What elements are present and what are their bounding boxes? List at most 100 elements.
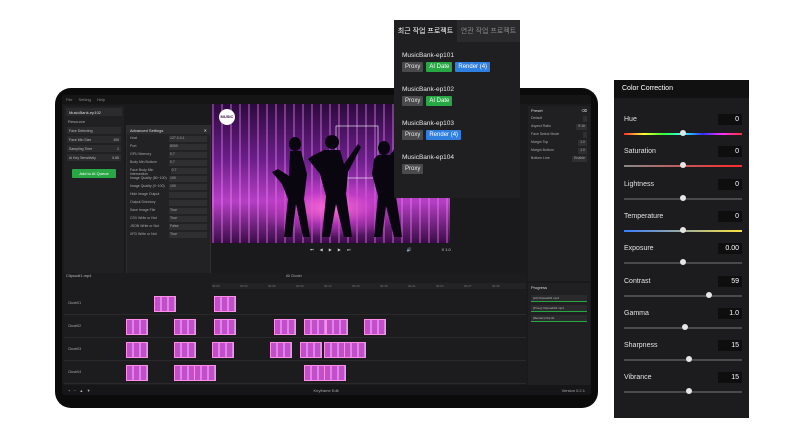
render-badge[interactable]: Render (4) [426,130,462,140]
ai-badge[interactable]: AI Date [426,62,453,72]
proxy-badge[interactable]: Proxy [402,96,424,106]
keyframe-edit-tab[interactable]: Keyframe Edit [314,388,339,393]
cc-value-field[interactable]: 0.00 [718,243,742,255]
timeline-clip[interactable] [274,319,296,335]
timeline-ruler[interactable]: 00:00 00:03 00:06 00:09 00:12 00:15 00:18 00:21… [212,283,526,289]
cc-value-field[interactable]: 0 [718,210,742,222]
timeline-clip[interactable] [344,342,366,358]
sidebar-setting-row[interactable]: Ai Key Sensitivity 0.65 [67,154,121,161]
close-icon[interactable]: ✕ [204,128,207,133]
skip-back-icon[interactable]: ⏮ [310,247,314,252]
advanced-setting-field[interactable]: 8000 [169,144,207,150]
recent-project-name[interactable]: MusicBank-ep104 [402,154,454,161]
proxy-badge[interactable]: Proxy [402,164,424,174]
add-to-ai-queue-button[interactable]: Add to AI Queue [72,169,116,178]
timeline-track[interactable]: Clustr02 [64,316,526,338]
timeline-clip[interactable] [304,319,326,335]
cc-value-field[interactable]: 0 [718,114,742,125]
timeline-clip[interactable] [300,342,322,358]
sidebar-setting-row[interactable]: Face Detecting [67,127,121,134]
menu-setting[interactable]: Setting [78,97,90,102]
cc-slider-knob[interactable] [680,259,686,266]
cc-slider-knob[interactable] [705,291,712,298]
timeline-clip[interactable] [324,342,346,358]
timeline-track[interactable]: Clustr01 [64,293,526,315]
advanced-setting-field[interactable]: 127.0.0.1 [169,136,207,142]
play-icon[interactable]: ▶ [329,247,332,252]
timeline-clip[interactable] [174,342,196,358]
sidebar-setting-row[interactable]: Face Min Size 100 [67,136,121,143]
sidebar-setting-value[interactable]: 100 [113,138,119,142]
advanced-setting-field[interactable]: 100 [169,184,207,190]
cc-value-field[interactable]: 0 [718,146,742,158]
cc-slider-track[interactable] [624,294,742,297]
recent-project-name[interactable]: MusicBank-ep101 [402,52,454,59]
timeline-clip[interactable] [126,319,148,335]
advanced-setting-field[interactable]: 0.7 [169,152,207,158]
sidebar-setting-row[interactable]: Sampling Time 1 [67,145,121,152]
cc-slider-knob[interactable] [680,130,686,136]
timeline-tools[interactable]: + − ▲ ▼ [68,388,91,393]
recent-project-name[interactable]: MusicBank-ep102 [402,86,454,93]
cc-slider-knob[interactable] [680,162,686,169]
prev-frame-icon[interactable]: ◀ [320,247,323,252]
volume-icon[interactable]: 🔊 [406,247,411,252]
tab-related-projects[interactable]: 연관 작업 프로젝트 [457,20,520,42]
trash-icon[interactable]: ⌫ [581,108,587,113]
preset-field[interactable] [583,132,587,138]
advanced-setting-field[interactable]: True [169,232,207,238]
timeline-clip[interactable] [126,342,148,358]
cc-slider-track[interactable] [624,391,742,394]
recent-project-name[interactable]: MusicBank-ep103 [402,120,454,127]
sidebar-setting-value[interactable]: 1 [117,147,119,151]
advanced-setting-field[interactable]: True [169,216,207,222]
preset-field[interactable]: 1.0 [578,148,587,154]
timeline-clip[interactable] [214,319,236,335]
proxy-badge[interactable]: Proxy [402,130,424,140]
menu-help[interactable]: Help [97,97,105,102]
cc-slider-track[interactable] [624,359,742,362]
menu-file[interactable]: File [66,97,72,102]
advanced-setting-field[interactable] [169,192,207,198]
cc-value-field[interactable]: 1.0 [718,307,742,319]
timeline-clip[interactable] [126,365,148,381]
timeline-clip[interactable] [194,365,216,381]
timeline-clip[interactable] [304,365,326,381]
advanced-setting-field[interactable]: 100 [169,176,207,182]
timeline-clip[interactable] [174,319,196,335]
preset-field[interactable]: 1.0 [578,140,587,146]
advanced-setting-field[interactable]: True [169,208,207,214]
cc-value-field[interactable]: 15 [718,340,742,352]
timeline-tab[interactable]: Clipsodi1.mp4 [66,273,91,278]
timeline-clip[interactable] [212,342,234,358]
proxy-badge[interactable]: Proxy [402,62,424,72]
timeline-track[interactable]: Clustr03 [64,339,526,361]
cc-slider-knob[interactable] [680,226,686,233]
cc-slider-knob[interactable] [685,388,692,395]
timeline-clip[interactable] [174,365,196,381]
cluster-filter[interactable]: All Cluster [286,274,302,278]
advanced-setting-field[interactable]: 0.7 [169,160,207,166]
cc-slider-knob[interactable] [682,323,689,330]
sidebar-setting-value[interactable]: 0.65 [112,156,119,160]
cc-value-field[interactable]: 59 [718,275,742,287]
skip-forward-icon[interactable]: ⏭ [347,247,351,252]
cc-value-field[interactable]: 15 [718,372,742,384]
advanced-setting-field[interactable] [169,200,207,206]
timeline-clip[interactable] [326,319,348,335]
preset-field[interactable]: Enable [572,156,587,162]
advanced-setting-field[interactable]: 0.7 [170,168,207,174]
ai-badge[interactable]: AI Date [426,96,453,106]
timeline-clip[interactable] [154,296,176,312]
cc-slider-knob[interactable] [680,194,686,201]
cc-slider-knob[interactable] [685,356,692,363]
timeline-track[interactable]: Clustr04 [64,362,526,384]
render-badge[interactable]: Render (4) [455,62,491,72]
timeline-clip[interactable] [364,319,386,335]
project-selector[interactable]: MusicBank-ep102 [66,108,122,116]
preset-field[interactable]: 9:16 [576,124,587,130]
advanced-setting-field[interactable]: False [169,224,207,230]
timeline-clip[interactable] [324,365,346,381]
cc-value-field[interactable]: 0 [718,178,742,190]
timeline-clip[interactable] [214,296,236,312]
